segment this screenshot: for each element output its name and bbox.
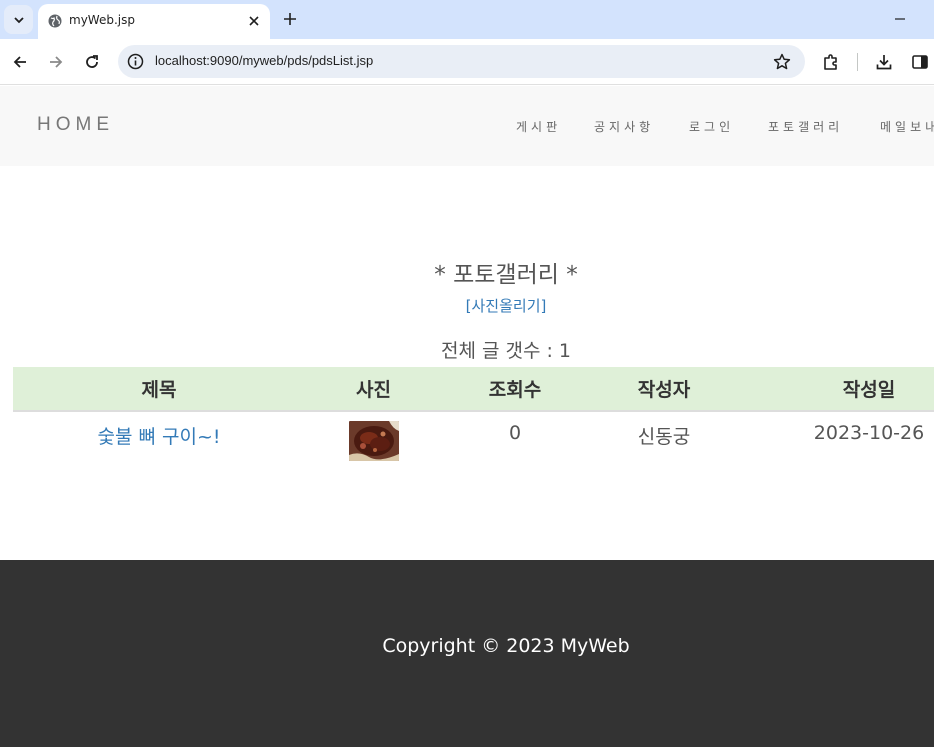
brand-home-link[interactable]: HOME — [37, 114, 114, 136]
column-header-title: 제목 — [141, 379, 177, 401]
food-photo-thumbnail[interactable] — [349, 421, 399, 461]
site-navbar: HOME 게시판 공지사항 로그인 포토갤러리 메일보내 — [0, 86, 934, 166]
toolbar-divider — [857, 53, 858, 71]
back-arrow-icon[interactable] — [9, 51, 31, 73]
page-title: * 포토갤러리 * — [434, 262, 578, 288]
nav-mail-link[interactable]: 메일보내 — [880, 118, 934, 135]
column-header-views: 조회수 — [488, 379, 542, 401]
post-date: 2023-10-26 — [813, 422, 925, 444]
column-header-date: 작성일 — [842, 379, 896, 401]
author-name: 신동궁 — [637, 426, 691, 448]
tab-title: myWeb.jsp — [69, 13, 135, 27]
close-icon[interactable] — [244, 11, 264, 31]
download-icon[interactable] — [873, 51, 895, 73]
browser-toolbar: localhost:9090/myweb/pds/pdsList.jsp — [0, 39, 934, 85]
side-panel-icon[interactable] — [909, 51, 931, 73]
total-count-text: 전체 글 갯수 : 1 — [440, 340, 572, 362]
nav-gallery-link[interactable]: 포토갤러리 — [768, 118, 843, 135]
copyright-text: Copyright © 2023 MyWeb — [382, 635, 630, 657]
forward-arrow-icon[interactable] — [45, 51, 67, 73]
tab-search-button[interactable] — [4, 5, 33, 34]
nav-notice-link[interactable]: 공지사항 — [594, 118, 654, 135]
nav-login-link[interactable]: 로그인 — [689, 118, 734, 135]
minimize-icon[interactable] — [890, 9, 910, 29]
browser-tabstrip: myWeb.jsp — [0, 0, 934, 39]
address-bar[interactable]: localhost:9090/myweb/pds/pdsList.jsp — [118, 45, 805, 78]
table-header-row: 제목 사진 조회수 작성자 작성일 — [13, 367, 934, 412]
post-title-link[interactable]: 숯불 뼈 구이~! — [13, 422, 305, 449]
browser-tab[interactable]: myWeb.jsp — [38, 4, 270, 39]
table-row: 숯불 뼈 구이~! 0 신동궁 2023-10-26 — [13, 412, 934, 470]
chevron-down-icon — [13, 16, 24, 23]
views-count: 0 — [508, 422, 522, 444]
nav-board-link[interactable]: 게시판 — [516, 118, 561, 135]
reload-icon[interactable] — [81, 51, 103, 73]
site-info-icon[interactable] — [126, 52, 145, 71]
column-header-author: 작성자 — [637, 379, 691, 401]
extensions-puzzle-icon[interactable] — [820, 51, 842, 73]
column-header-photo: 사진 — [356, 379, 391, 401]
bookmark-star-icon[interactable] — [771, 51, 792, 72]
upload-photo-link[interactable]: [사진올리기] — [0, 295, 934, 316]
new-tab-plus-icon[interactable] — [280, 9, 300, 29]
gallery-table: 제목 사진 조회수 작성자 작성일 숯불 뼈 구이~! 0 신동궁 2023-1… — [13, 367, 934, 470]
site-footer: Copyright © 2023 MyWeb — [0, 560, 934, 747]
url-text: localhost:9090/myweb/pds/pdsList.jsp — [155, 53, 374, 68]
globe-icon — [48, 14, 62, 28]
